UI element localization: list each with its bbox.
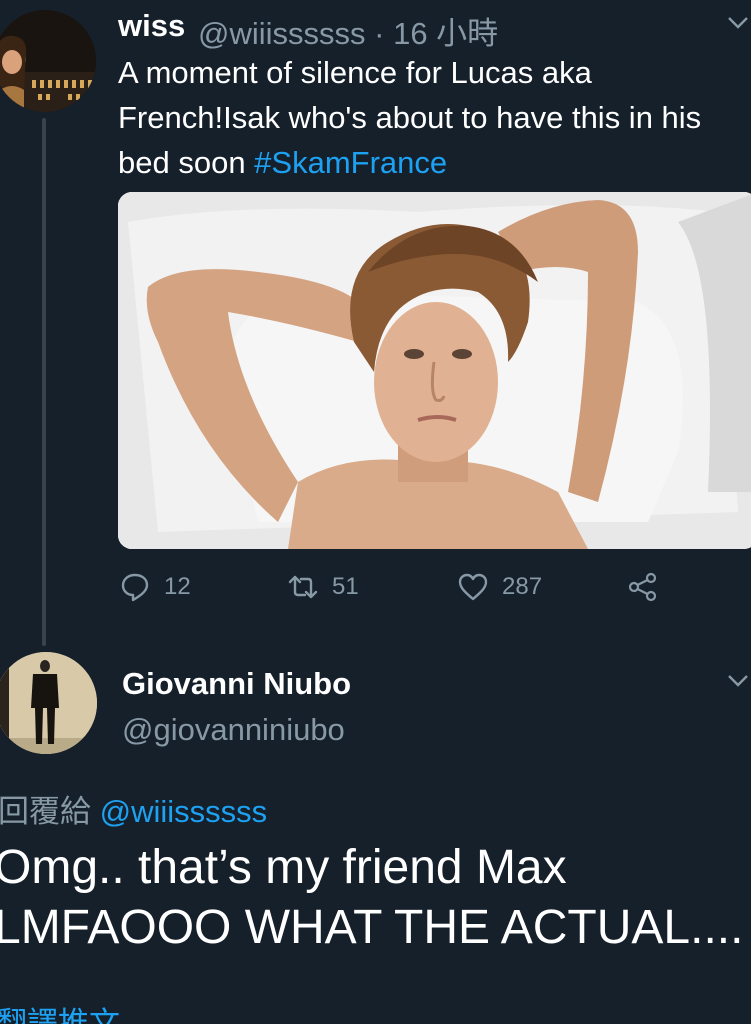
translate-tweet-link[interactable]: 翻譯推文 (0, 998, 120, 1024)
reply-author-name[interactable]: Giovanni Niubo (122, 666, 351, 702)
reply-count: 12 (164, 573, 191, 600)
reply-icon (121, 573, 149, 602)
author-name[interactable]: wiss (118, 8, 185, 44)
author-handle-and-time[interactable]: @wiiissssss · 16 小時 (198, 8, 498, 53)
thread-connector-line (42, 118, 46, 646)
share-button[interactable] (628, 572, 658, 602)
mention-link[interactable]: @wiiissssss (100, 794, 268, 829)
chevron-down-icon[interactable] (727, 668, 749, 694)
reply-text-line: Omg.. that’s my friend Max (0, 841, 567, 894)
retweet-icon (288, 575, 318, 599)
reply-button[interactable]: 12 (120, 572, 191, 602)
reply-text-line: LMFAOOO WHAT THE ACTUAL.... (0, 901, 744, 954)
retweet-count: 51 (332, 573, 359, 600)
avatar[interactable] (0, 652, 97, 754)
heart-icon (458, 573, 488, 601)
tweet-photo[interactable] (118, 192, 751, 549)
avatar[interactable] (0, 10, 96, 112)
like-button[interactable]: 287 (458, 572, 542, 602)
retweet-button[interactable]: 51 (288, 572, 359, 602)
share-icon (628, 572, 657, 602)
replying-label: 回覆給 (0, 794, 91, 829)
reply-author-handle[interactable]: @giovanniniubo (122, 712, 345, 748)
author-handle[interactable]: @wiiissssss (198, 16, 366, 51)
reply-text: Omg.. that’s my friend Max LMFAOOO WHAT … (0, 838, 751, 958)
tweet-actions: 12 51 287 (118, 572, 678, 606)
like-count: 287 (502, 573, 543, 600)
replying-to: 回覆給 @wiiissssss (0, 786, 267, 831)
chevron-down-icon[interactable] (727, 10, 749, 36)
tweet-text: A moment of silence for Lucas aka French… (118, 50, 738, 185)
timestamp[interactable]: · 16 小時 (374, 16, 498, 51)
hashtag-link[interactable]: #SkamFrance (254, 145, 447, 180)
